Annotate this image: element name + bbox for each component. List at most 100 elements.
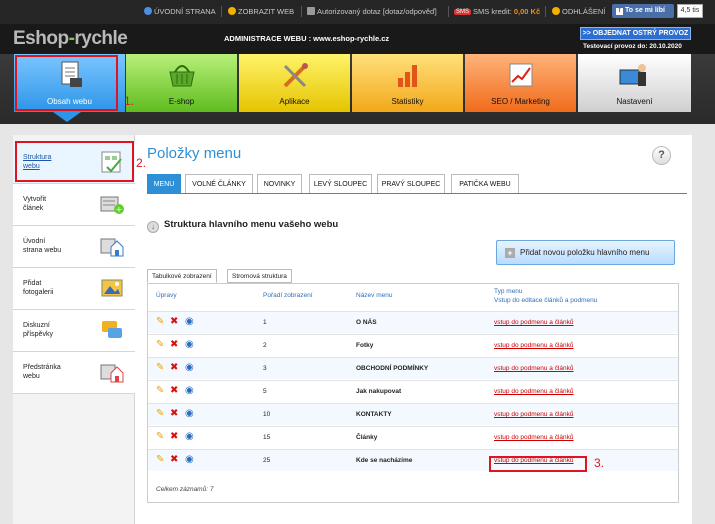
edit-pencil-icon[interactable]: ✎ — [156, 408, 167, 420]
delete-icon[interactable]: ✖ — [170, 385, 181, 397]
view-eye-icon[interactable]: ◉ — [185, 454, 196, 466]
view-eye-icon[interactable]: ◉ — [185, 362, 196, 374]
delete-icon[interactable]: ✖ — [170, 408, 181, 420]
sidebar-item-diskuzni-prispevky[interactable]: Diskuzní příspěvky — [13, 310, 135, 352]
gallery-icon — [101, 279, 123, 297]
submenu-link[interactable]: vstup do podmenu a článků — [494, 388, 574, 395]
submenu-link[interactable]: vstup do podmenu a článků — [494, 411, 574, 418]
annotation-label-1: 1. — [124, 94, 135, 108]
svg-text:+: + — [116, 205, 123, 214]
menu-name-cell: O NÁS — [356, 319, 377, 326]
delete-icon[interactable]: ✖ — [170, 431, 181, 443]
active-nav-pointer — [53, 112, 81, 122]
home-link[interactable]: ÚVODNÍ STRANA — [144, 7, 216, 16]
discussion-icon — [102, 321, 122, 338]
add-menu-item-button[interactable]: + Přidat novou položku hlavního menu — [496, 240, 675, 265]
submenu-link[interactable]: vstup do podmenu a článků — [494, 319, 574, 326]
tab-novinky[interactable]: NOVINKY — [257, 174, 302, 194]
tab-volne-clanky[interactable]: VOLNÉ ČLÁNKY — [185, 174, 253, 194]
tab-pravy-sloupec[interactable]: PRAVÝ SLOUPEC — [377, 174, 445, 194]
delete-icon[interactable]: ✖ — [170, 362, 181, 374]
lock-icon — [552, 7, 560, 15]
header: Eshop-rychle ADMINISTRACE WEBU : www.esh… — [0, 24, 715, 54]
add-article-icon: + — [100, 196, 124, 214]
annotation-label-2: 2. — [136, 156, 147, 170]
auth-query-link[interactable]: Autorizovaný dotaz [dotaz/odpověď] — [307, 7, 437, 16]
delete-icon[interactable]: ✖ — [170, 316, 181, 328]
annotation-box-2 — [15, 141, 134, 182]
nav-tab-aplikace[interactable]: Aplikace — [239, 54, 350, 112]
menu-name-cell: Fotky — [356, 342, 374, 349]
sidebar-item-uvodni-strana[interactable]: Úvodní strana webu — [13, 226, 135, 268]
order-cell: 5 — [263, 388, 267, 395]
facebook-like-button[interactable]: f To se mi líbí — [612, 4, 674, 18]
tab-paticka-webu[interactable]: PATIČKA WEBU — [451, 174, 519, 194]
menu-name-cell: KONTAKTY — [356, 411, 392, 418]
view-eye-icon[interactable]: ◉ — [185, 431, 196, 443]
table-row: ✎ ✖ ◉ 10 KONTAKTY vstup do podmenu a článků — [148, 403, 678, 425]
sidebar-item-vytvorit-clanek[interactable]: Vytvořit článek + — [13, 184, 135, 226]
nav-tab-statistiky[interactable]: Statistiky — [352, 54, 463, 112]
help-icon[interactable]: ? — [652, 146, 671, 165]
edit-pencil-icon[interactable]: ✎ — [156, 431, 167, 443]
header-order: Pořadí zobrazení — [263, 292, 313, 299]
sms-credit-value: 0,00 Kč — [513, 7, 541, 16]
facebook-icon: f — [616, 8, 623, 15]
sidebar-item-pridat-fotogalerii[interactable]: Přidat fotogalerii — [13, 268, 135, 310]
table-row: ✎ ✖ ◉ 1 O NÁS vstup do podmenu a článků — [148, 311, 678, 333]
edit-pencil-icon[interactable]: ✎ — [156, 316, 167, 328]
header-name: Název menu — [356, 292, 393, 299]
delete-icon[interactable]: ✖ — [170, 454, 181, 466]
annotation-box-3 — [489, 456, 587, 472]
view-eye-icon[interactable]: ◉ — [185, 316, 196, 328]
view-eye-icon[interactable]: ◉ — [185, 408, 196, 420]
view-eye-icon[interactable]: ◉ — [185, 339, 196, 351]
test-period-info: Testovací provoz do: 20.10.2020 — [583, 43, 682, 50]
header-actions: Úpravy — [156, 292, 177, 299]
tab-levy-sloupec[interactable]: LEVÝ SLOUPEC — [309, 174, 372, 194]
menu-name-cell: Kde se nacházíme — [356, 457, 413, 464]
menu-name-cell: Jak nakupovat — [356, 388, 402, 395]
info-icon — [144, 7, 152, 15]
basket-icon — [169, 65, 195, 87]
edit-pencil-icon[interactable]: ✎ — [156, 362, 167, 374]
submenu-link[interactable]: vstup do podmenu a článků — [494, 434, 574, 441]
plus-icon: + — [505, 248, 515, 258]
sidebar-item-predstranka-webu[interactable]: Předstránka webu — [13, 352, 135, 394]
delete-icon[interactable]: ✖ — [170, 339, 181, 351]
logout-link[interactable]: ODHLÁŠENÍ — [552, 7, 605, 16]
nav-tab-nastaveni[interactable]: Nastavení — [578, 54, 691, 112]
submenu-link[interactable]: vstup do podmenu a článků — [494, 365, 574, 372]
home-page-icon — [100, 238, 124, 257]
nav-tab-eshop[interactable]: E-shop — [126, 54, 237, 112]
sun-icon — [228, 7, 236, 15]
view-eye-icon[interactable]: ◉ — [185, 385, 196, 397]
order-production-button[interactable]: >> OBJEDNAT OSTRÝ PROVOZ — [580, 27, 691, 40]
section-title: ↓ Struktura hlavního menu vašeho webu — [147, 219, 338, 233]
user-computer-icon — [619, 64, 646, 86]
sms-credit: SMS SMS kredit: 0,00 Kč — [454, 7, 541, 16]
order-cell: 25 — [263, 457, 271, 464]
edit-pencil-icon[interactable]: ✎ — [156, 339, 167, 351]
subtab-table-view[interactable]: Tabulkové zobrazení — [147, 269, 217, 283]
prepage-icon — [100, 364, 124, 383]
submenu-link[interactable]: vstup do podmenu a článků — [494, 342, 574, 349]
menu-table: Úpravy Pořadí zobrazení Název menu Typ m… — [147, 283, 679, 503]
show-web-link[interactable]: ZOBRAZIT WEB — [228, 7, 294, 16]
nav-tab-seo-marketing[interactable]: SEO / Marketing — [465, 54, 576, 112]
subtab-tree-view[interactable]: Stromová struktura — [227, 269, 292, 283]
table-row: ✎ ✖ ◉ 5 Jak nakupovat vstup do podmenu a člán… — [148, 380, 678, 402]
tab-menu[interactable]: MENU — [147, 174, 181, 194]
arrow-down-circle-icon: ↓ — [147, 221, 159, 233]
edit-pencil-icon[interactable]: ✎ — [156, 385, 167, 397]
order-cell: 2 — [263, 342, 267, 349]
edit-pencil-icon[interactable]: ✎ — [156, 454, 167, 466]
annotation-label-3: 3. — [594, 456, 605, 470]
admin-title: ADMINISTRACE WEBU : www.eshop-rychle.cz — [224, 34, 390, 43]
growth-chart-icon — [509, 63, 533, 87]
menu-name-cell: OBCHODNÍ PODMÍNKY — [356, 365, 429, 372]
logo[interactable]: Eshop-rychle — [13, 28, 128, 50]
like-count: 4,5 tis — [677, 4, 703, 18]
order-cell: 3 — [263, 365, 267, 372]
tab-underline — [147, 193, 687, 194]
